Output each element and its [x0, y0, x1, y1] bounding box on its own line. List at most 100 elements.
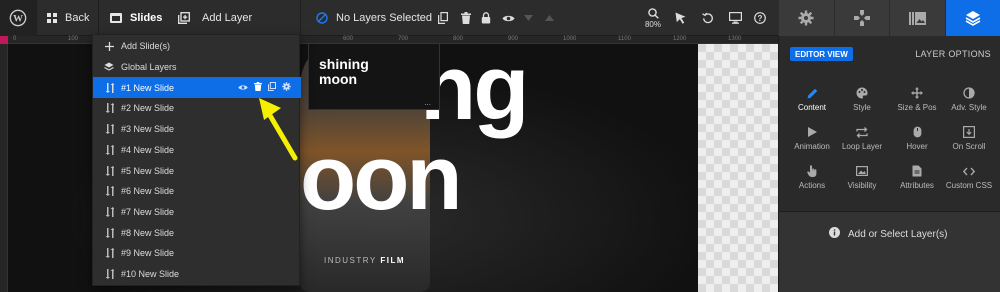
device-view-button[interactable]: [729, 0, 742, 36]
slides-button[interactable]: Slides: [110, 0, 162, 36]
no-layers-indicator: No Layers Selected: [316, 0, 432, 36]
slide-item-6[interactable]: #6 New Slide: [93, 181, 301, 202]
zoom-control[interactable]: 80%: [641, 8, 665, 29]
layer-up-button[interactable]: [545, 0, 554, 36]
thumbnail-title: shining moon: [319, 57, 369, 87]
global-layers-item[interactable]: Global Layers: [93, 57, 301, 78]
slide-item-label: #9 New Slide: [121, 248, 175, 259]
option-label: Hover: [906, 142, 928, 151]
code-icon: [942, 164, 996, 178]
tab-layers[interactable]: [944, 0, 1000, 36]
no-selection-icon: [316, 12, 328, 24]
svg-text:W: W: [13, 14, 23, 25]
option-label: Size & Pos: [897, 103, 937, 112]
add-layer-label: Add Layer: [202, 12, 253, 24]
ruler-tick: 0: [13, 36, 17, 42]
slide-item-8[interactable]: #8 New Slide: [93, 222, 301, 243]
option-label: On Scroll: [952, 142, 986, 151]
help-button[interactable]: ?: [754, 0, 766, 36]
option-animation[interactable]: Animation: [785, 125, 839, 155]
headline-text-bottom[interactable]: oon: [300, 132, 463, 224]
slide-item-label: #10 New Slide: [121, 269, 180, 280]
layers-icon: [965, 10, 981, 26]
gear-icon: [798, 10, 814, 26]
panel-tabs: [778, 0, 1000, 36]
add-layer-button[interactable]: Add Layer: [178, 0, 252, 36]
sort-icon: [97, 165, 121, 176]
delete-layer-button[interactable]: [461, 0, 471, 36]
ruler-tick: 1200: [673, 36, 687, 42]
add-layer-icon: [178, 12, 190, 24]
ruler-tick: 1000: [563, 36, 577, 42]
option-label: Attributes: [900, 181, 934, 190]
option-label: Style: [853, 103, 871, 112]
slide-item-10[interactable]: #10 New Slide: [93, 264, 301, 285]
sort-icon: [97, 103, 121, 114]
option-attributes[interactable]: Attributes: [890, 164, 944, 194]
option-custom-css[interactable]: Custom CSS: [942, 164, 996, 194]
copy-icon[interactable]: [268, 82, 276, 93]
eye-icon[interactable]: [238, 83, 248, 93]
slide-actions: [238, 77, 291, 98]
option-actions[interactable]: Actions: [785, 164, 839, 194]
duplicate-layer-button[interactable]: [438, 0, 448, 36]
panel-header: EDITOR VIEW LAYER OPTIONS: [779, 36, 1000, 72]
editor-view-button[interactable]: EDITOR VIEW: [790, 47, 853, 61]
panel-footer: Add or Select Layer(s): [779, 212, 1000, 292]
loop-icon: [835, 125, 889, 139]
tab-media[interactable]: [889, 0, 945, 36]
palette-icon: [835, 86, 889, 100]
sort-icon: [97, 144, 121, 155]
gear-icon[interactable]: [282, 82, 291, 93]
option-adv-style[interactable]: Adv. Style: [942, 86, 996, 116]
option-size-pos[interactable]: Size & Pos: [890, 86, 944, 116]
slide-item-7[interactable]: #7 New Slide: [93, 202, 301, 223]
option-label: Visibility: [847, 181, 877, 190]
document-icon: [890, 164, 944, 178]
tab-navigation[interactable]: [833, 0, 889, 36]
slide-item-label: #7 New Slide: [121, 206, 175, 217]
image-icon: [835, 164, 889, 178]
lock-layer-button[interactable]: [481, 0, 491, 36]
option-visibility[interactable]: Visibility: [835, 164, 889, 194]
ruler-origin-marker: [0, 36, 8, 44]
option-loop-layer[interactable]: Loop Layer: [835, 125, 889, 155]
slide-item-9[interactable]: #9 New Slide: [93, 243, 301, 264]
monitor-icon: [729, 12, 742, 24]
global-layers-label: Global Layers: [121, 62, 177, 73]
slide-item-5[interactable]: #5 New Slide: [93, 160, 301, 181]
sort-icon: [97, 227, 121, 238]
gamepad-icon: [853, 10, 870, 26]
ruler-tick: 700: [398, 36, 409, 42]
ruler-tick: 1100: [618, 36, 631, 42]
slide-item-label: #4 New Slide: [121, 144, 175, 155]
add-slides-label: Add Slide(s): [121, 41, 171, 52]
vertical-ruler: [0, 44, 8, 292]
mouse-icon: [890, 125, 944, 139]
trash-icon: [461, 12, 471, 24]
wordpress-logo-icon[interactable]: W: [0, 0, 36, 36]
option-on-scroll[interactable]: On Scroll: [942, 125, 996, 155]
trash-icon[interactable]: [254, 82, 262, 93]
visibility-toggle-button[interactable]: [502, 0, 515, 36]
layer-down-button[interactable]: [524, 0, 533, 36]
back-button[interactable]: Back: [47, 0, 89, 36]
option-content[interactable]: Content: [785, 86, 839, 116]
tab-settings[interactable]: [778, 0, 834, 36]
ruler-tick: 100: [68, 36, 79, 42]
undo-button[interactable]: [702, 0, 714, 36]
industry-film-label[interactable]: INDUSTRY FILM: [324, 256, 405, 265]
top-toolbar: W Back Slides Add Layer No Layers Select…: [0, 0, 1000, 36]
thumbnail-more-icon[interactable]: ...: [424, 98, 431, 107]
contrast-icon: [942, 86, 996, 100]
add-slides-item[interactable]: Add Slide(s): [93, 36, 301, 57]
option-style[interactable]: Style: [835, 86, 889, 116]
layer-options-title[interactable]: LAYER OPTIONS: [915, 49, 991, 59]
option-hover[interactable]: Hover: [890, 125, 944, 155]
slide-item-1[interactable]: #1 New Slide: [93, 77, 301, 99]
preview-thumbnail[interactable]: shining moon ...: [308, 44, 440, 110]
slides-icon: [110, 13, 122, 23]
pointer-tool-button[interactable]: [675, 0, 686, 36]
svg-text:?: ?: [758, 14, 763, 23]
option-label: Custom CSS: [945, 181, 993, 190]
